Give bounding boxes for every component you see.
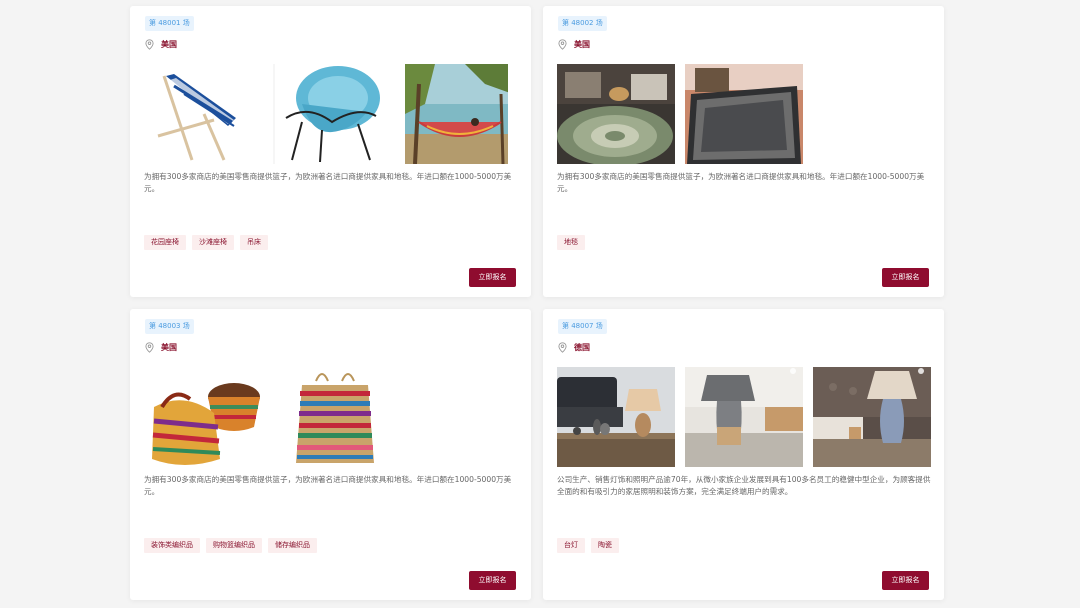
- company-description: 公司生产、销售灯饰和照明产品逾70年，从微小家族企业发展到具有100多名员工的稳…: [557, 475, 931, 496]
- location-pin-icon: [558, 341, 567, 353]
- location-pin-icon: [558, 38, 567, 50]
- location: 美国: [145, 341, 177, 353]
- exhibitor-card: 第 48007 场 德国 公司生产、销售灯饰和照明产品逾70年，从微小家族企业发…: [543, 309, 944, 600]
- session-badge: 第 48007 场: [558, 319, 607, 334]
- signup-button[interactable]: 立即报名: [882, 268, 929, 287]
- location: 美国: [145, 38, 177, 50]
- company-description: 为拥有300多家商店的美国零售商提供篮子，为欧洲著名进口商提供家具和地毯。年进口…: [557, 172, 925, 193]
- product-tags: 花园座椅 沙滩座椅 吊床: [144, 235, 268, 250]
- tag[interactable]: 花园座椅: [144, 235, 186, 250]
- exhibitor-card: 第 48002 场 美国 为拥有300多家商店的美国零售商提供篮子，为欧洲著名进…: [543, 6, 944, 297]
- location-pin-icon: [145, 341, 154, 353]
- lamp-bedroom-photo[interactable]: [813, 367, 931, 467]
- tag[interactable]: 沙滩座椅: [192, 235, 234, 250]
- tag[interactable]: 装饰类编织品: [144, 538, 200, 553]
- rope-chair-photo[interactable]: [272, 64, 390, 164]
- location: 德国: [558, 341, 590, 353]
- signup-button[interactable]: 立即报名: [469, 571, 516, 590]
- company-description: 为拥有300多家商店的美国零售商提供篮子，为欧洲著名进口商提供家具和地毯。年进口…: [144, 172, 512, 193]
- session-badge: 第 48002 场: [558, 16, 607, 31]
- location-label: 美国: [161, 342, 177, 352]
- location-label: 美国: [161, 39, 177, 49]
- stacked-basket-photo[interactable]: [272, 367, 390, 467]
- product-images: [557, 64, 803, 164]
- tag[interactable]: 台灯: [557, 538, 585, 553]
- rectangle-rug-photo[interactable]: [685, 64, 803, 164]
- product-tags: 台灯 陶瓷: [557, 538, 619, 553]
- lamp-living-room-photo[interactable]: [557, 367, 675, 467]
- session-badge: 第 48001 场: [145, 16, 194, 31]
- location: 美国: [558, 38, 590, 50]
- exhibitor-card: 第 48001 场 美国 为拥有300多家商店的美国零售商提供篮子，为欧洲著名进…: [130, 6, 531, 297]
- exhibitor-card: 第 48003 场 美国 为拥有300多家商店的美国零售商提供篮子，为欧洲著名进…: [130, 309, 531, 600]
- location-label: 美国: [574, 39, 590, 49]
- deck-chair-photo[interactable]: [144, 64, 262, 164]
- product-tags: 装饰类编织品 购物篮编织品 储存编织品: [144, 538, 317, 553]
- product-images: [144, 367, 390, 467]
- tag[interactable]: 购物篮编织品: [206, 538, 262, 553]
- tag[interactable]: 陶瓷: [591, 538, 619, 553]
- location-label: 德国: [574, 342, 590, 352]
- location-pin-icon: [145, 38, 154, 50]
- round-rug-photo[interactable]: [557, 64, 675, 164]
- tag[interactable]: 储存编织品: [268, 538, 317, 553]
- tag[interactable]: 吊床: [240, 235, 268, 250]
- woven-basket-photo[interactable]: [144, 367, 262, 467]
- signup-button[interactable]: 立即报名: [469, 268, 516, 287]
- signup-button[interactable]: 立即报名: [882, 571, 929, 590]
- product-images: [557, 367, 931, 467]
- company-description: 为拥有300多家商店的美国零售商提供篮子，为欧洲著名进口商提供家具和地毯。年进口…: [144, 475, 512, 496]
- product-tags: 地毯: [557, 235, 585, 250]
- hammock-photo[interactable]: [400, 64, 508, 164]
- session-badge: 第 48003 场: [145, 319, 194, 334]
- product-images: [144, 64, 508, 164]
- tag[interactable]: 地毯: [557, 235, 585, 250]
- lamp-grey-photo[interactable]: [685, 367, 803, 467]
